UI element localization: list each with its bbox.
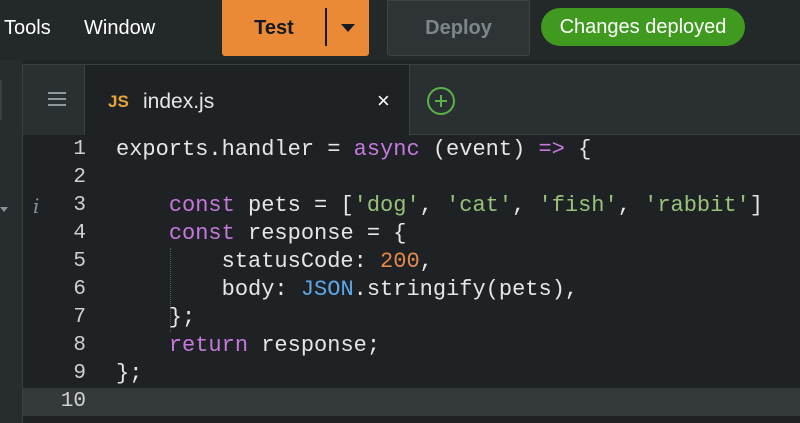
menu-window[interactable]: Window [84,14,155,42]
code-line[interactable]: 6 body: JSON.stringify(pets), [23,276,800,304]
line-number: 1 [73,138,86,161]
code-line[interactable]: 9 }; [23,360,800,388]
code-line[interactable]: 4 const response = { [23,220,800,248]
top-menu-bar: Tools Window Test Deploy Changes deploye… [0,0,800,60]
close-icon[interactable]: × [377,89,390,113]
test-button-group: Test [222,0,369,56]
code-line[interactable]: 8 return response; [23,332,800,360]
code-line[interactable]: 2 [23,164,800,192]
hamburger-icon [48,92,66,106]
code-line[interactable]: i 3 const pets = ['dog', 'cat', 'fish', … [23,192,800,220]
panel-divider [0,80,2,120]
line-number: 9 [73,362,86,385]
caret-down-icon[interactable] [0,207,8,212]
code-line[interactable]: 1 exports.handler = async (event) => { [23,136,800,164]
code-text: }; [116,361,143,386]
line-number: 5 [73,250,86,273]
file-menu-button[interactable] [23,65,85,135]
line-number: 8 [73,334,86,357]
code-area[interactable]: 1 exports.handler = async (event) => { 2… [23,136,800,423]
code-text: return response; [168,333,381,358]
code-text: body: JSON.stringify(pets), [116,277,579,302]
code-text: const response = { [168,221,407,246]
chevron-down-icon[interactable] [327,0,369,56]
editor-tab-bar: JS index.js × [23,65,800,136]
code-text: const pets = ['dog', 'cat', 'fish', 'rab… [168,193,763,218]
tab-title: index.js [143,90,215,113]
add-tab-icon[interactable] [427,87,455,115]
line-number: 4 [73,222,86,245]
line-number: 7 [73,306,86,329]
code-text: statusCode: 200, [116,249,433,274]
test-button[interactable]: Test [222,0,326,56]
line-number: 2 [73,166,86,189]
code-text: }; [116,305,196,330]
side-panel-edge [0,60,22,423]
line-number: 3 [73,194,86,217]
deploy-button[interactable]: Deploy [387,0,530,56]
code-line[interactable]: 5 statusCode: 200, [23,248,800,276]
status-badge: Changes deployed [541,8,745,46]
line-number: 6 [73,278,86,301]
js-file-icon: JS [108,92,129,111]
code-line[interactable]: 7 }; [23,304,800,332]
tab-index-js[interactable]: JS index.js × [85,65,410,136]
code-line-active[interactable]: 10 [23,388,800,416]
code-text: exports.handler = async (event) => { [116,137,592,162]
line-number: 10 [60,390,86,413]
code-editor: JS index.js × 1 exports.handler = async … [22,64,800,423]
menu-tools[interactable]: Tools [4,14,51,42]
